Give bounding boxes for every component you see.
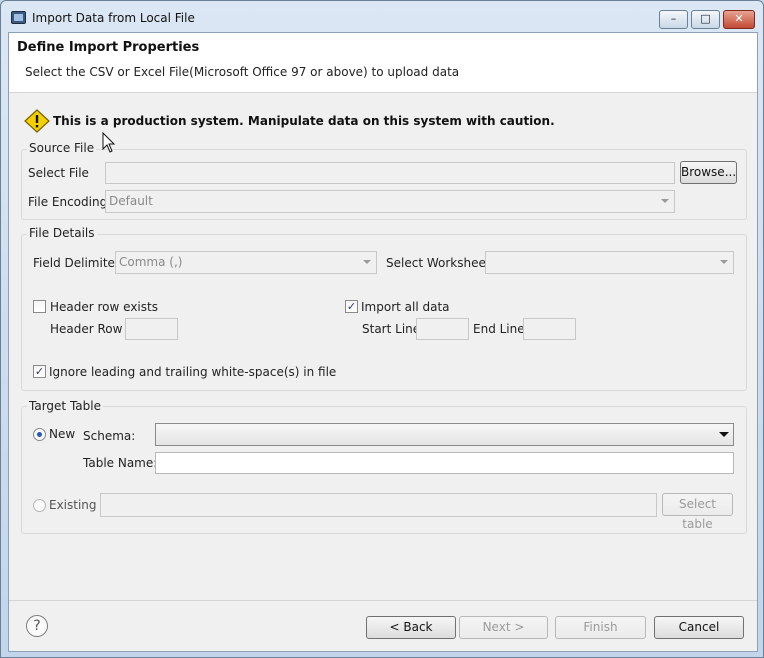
back-button[interactable]: < Back <box>366 616 456 639</box>
file-encoding-label: File Encoding <box>28 195 108 209</box>
import-all-data-checkbox[interactable]: ✓ <box>345 300 358 313</box>
browse-button[interactable]: Browse... <box>680 161 737 184</box>
window-title: Import Data from Local File <box>32 11 195 25</box>
warning-icon <box>24 109 50 133</box>
end-line-input[interactable] <box>523 318 576 340</box>
existing-table-input[interactable] <box>100 493 657 517</box>
start-line-label: Start Line <box>362 322 421 336</box>
file-encoding-select[interactable]: Default <box>105 190 675 213</box>
page-description: Select the CSV or Excel File(Microsoft O… <box>25 65 460 79</box>
close-button[interactable]: ✕ <box>723 10 755 29</box>
header-row-label: Header Row : <box>50 322 131 336</box>
title-bar[interactable]: Import Data from Local File – □ ✕ <box>1 1 763 32</box>
ignore-whitespace-checkbox[interactable]: ✓ <box>33 365 46 378</box>
header-row-exists-label: Header row exists <box>50 300 158 314</box>
chevron-down-icon <box>661 199 669 203</box>
footer-divider <box>9 600 757 601</box>
minimize-button[interactable]: – <box>659 10 688 29</box>
existing-table-label: Existing <box>49 498 97 512</box>
header-row-input[interactable] <box>125 318 178 340</box>
field-delimiter-value: Comma (,) <box>119 255 183 269</box>
chevron-down-icon <box>720 260 728 264</box>
warning-message: This is a production system. Manipulate … <box>53 114 555 128</box>
maximize-button[interactable]: □ <box>691 10 720 29</box>
chevron-down-icon <box>719 432 729 437</box>
finish-button[interactable]: Finish <box>555 616 646 639</box>
target-table-title: Target Table <box>27 399 103 413</box>
help-icon[interactable]: ? <box>26 615 48 637</box>
schema-select[interactable] <box>155 423 734 446</box>
select-file-input[interactable] <box>105 162 675 184</box>
source-file-title: Source File <box>27 141 97 155</box>
select-worksheet-label: Select Worksheet: <box>386 256 495 270</box>
field-delimiter-select[interactable]: Comma (,) <box>115 251 377 274</box>
table-name-input[interactable] <box>155 452 734 474</box>
select-table-button[interactable]: Select table <box>662 493 733 531</box>
dialog-body: Define Import Properties Select the CSV … <box>8 32 758 652</box>
end-line-label: End Line <box>473 322 525 336</box>
mouse-cursor-icon <box>102 132 116 153</box>
next-button[interactable]: Next > <box>459 616 548 639</box>
existing-table-radio[interactable] <box>33 499 46 512</box>
header-row-exists-checkbox[interactable] <box>33 300 46 313</box>
select-worksheet-select[interactable] <box>485 251 734 274</box>
start-line-input[interactable] <box>416 318 469 340</box>
wizard-header: Define Import Properties Select the CSV … <box>9 33 757 93</box>
new-table-label: New <box>49 427 76 441</box>
import-all-data-label: Import all data <box>361 300 450 314</box>
schema-label: Schema: <box>83 429 136 443</box>
cancel-button[interactable]: Cancel <box>654 616 744 639</box>
field-delimiter-label: Field Delimiter <box>33 256 120 270</box>
ignore-whitespace-label: Ignore leading and trailing white-space(… <box>49 365 337 379</box>
import-dialog-window: Import Data from Local File – □ ✕ Define… <box>0 0 764 658</box>
file-details-title: File Details <box>27 226 97 240</box>
app-icon <box>11 11 26 24</box>
new-table-radio[interactable] <box>33 428 46 441</box>
table-name-label: Table Name: <box>83 456 158 470</box>
file-encoding-value: Default <box>109 194 153 208</box>
page-title: Define Import Properties <box>17 40 200 55</box>
select-file-label: Select File <box>28 166 89 180</box>
chevron-down-icon <box>363 260 371 264</box>
